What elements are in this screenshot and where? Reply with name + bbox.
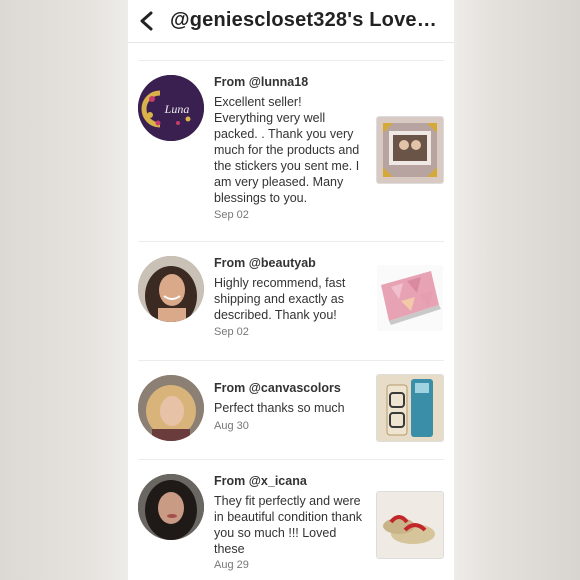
- app-screen: @geniescloset328's Love… Luna From @lunn…: [128, 0, 454, 580]
- avatar[interactable]: [138, 256, 204, 322]
- avatar[interactable]: Luna: [138, 75, 204, 141]
- review-author[interactable]: From @x_icana: [214, 474, 307, 488]
- top-bar: @geniescloset328's Love…: [128, 0, 454, 43]
- review-date: Aug 29: [214, 559, 249, 571]
- review-author[interactable]: From @lunna18: [214, 75, 308, 89]
- review-author[interactable]: From @canvascolors: [214, 381, 341, 395]
- background-right: [454, 0, 580, 580]
- avatar-image: Luna: [138, 75, 204, 141]
- product-thumbnail[interactable]: [376, 116, 444, 184]
- laptop-case-image: [377, 265, 443, 331]
- photo-frame-image: [377, 117, 443, 183]
- review-item[interactable]: From @x_icana They fit perfectly and wer…: [138, 459, 444, 580]
- avatar-image: [138, 474, 204, 540]
- product-thumbnail[interactable]: [376, 491, 444, 559]
- background-left: [0, 0, 128, 580]
- product-thumbnail[interactable]: [376, 374, 444, 442]
- review-text: Perfect thanks so much: [214, 401, 345, 415]
- back-arrow-icon[interactable]: [138, 11, 156, 31]
- sandals-image: [377, 492, 443, 558]
- review-item[interactable]: Luna From @lunna18 Excellent seller! Eve…: [138, 60, 444, 241]
- review-date: Sep 02: [214, 326, 249, 338]
- avatar-image: [138, 256, 204, 322]
- review-date: Sep 02: [214, 209, 249, 221]
- review-item[interactable]: From @canvascolors Perfect thanks so muc…: [138, 360, 444, 459]
- glasses-case-image: [377, 375, 443, 441]
- review-text: Highly recommend, fast shipping and exac…: [214, 276, 346, 322]
- review-date: Aug 30: [214, 420, 249, 432]
- avatar[interactable]: [138, 375, 204, 441]
- product-thumbnail[interactable]: [376, 264, 444, 332]
- review-author[interactable]: From @beautyab: [214, 256, 316, 270]
- avatar-image: [138, 375, 204, 441]
- avatar-label: Luna: [164, 102, 190, 116]
- review-text: They fit perfectly and were in beautiful…: [214, 494, 363, 556]
- review-text: Excellent seller! Everything very well p…: [214, 95, 360, 205]
- review-item[interactable]: From @beautyab Highly recommend, fast sh…: [138, 241, 444, 360]
- page-title: @geniescloset328's Love…: [170, 9, 437, 31]
- avatar[interactable]: [138, 474, 204, 540]
